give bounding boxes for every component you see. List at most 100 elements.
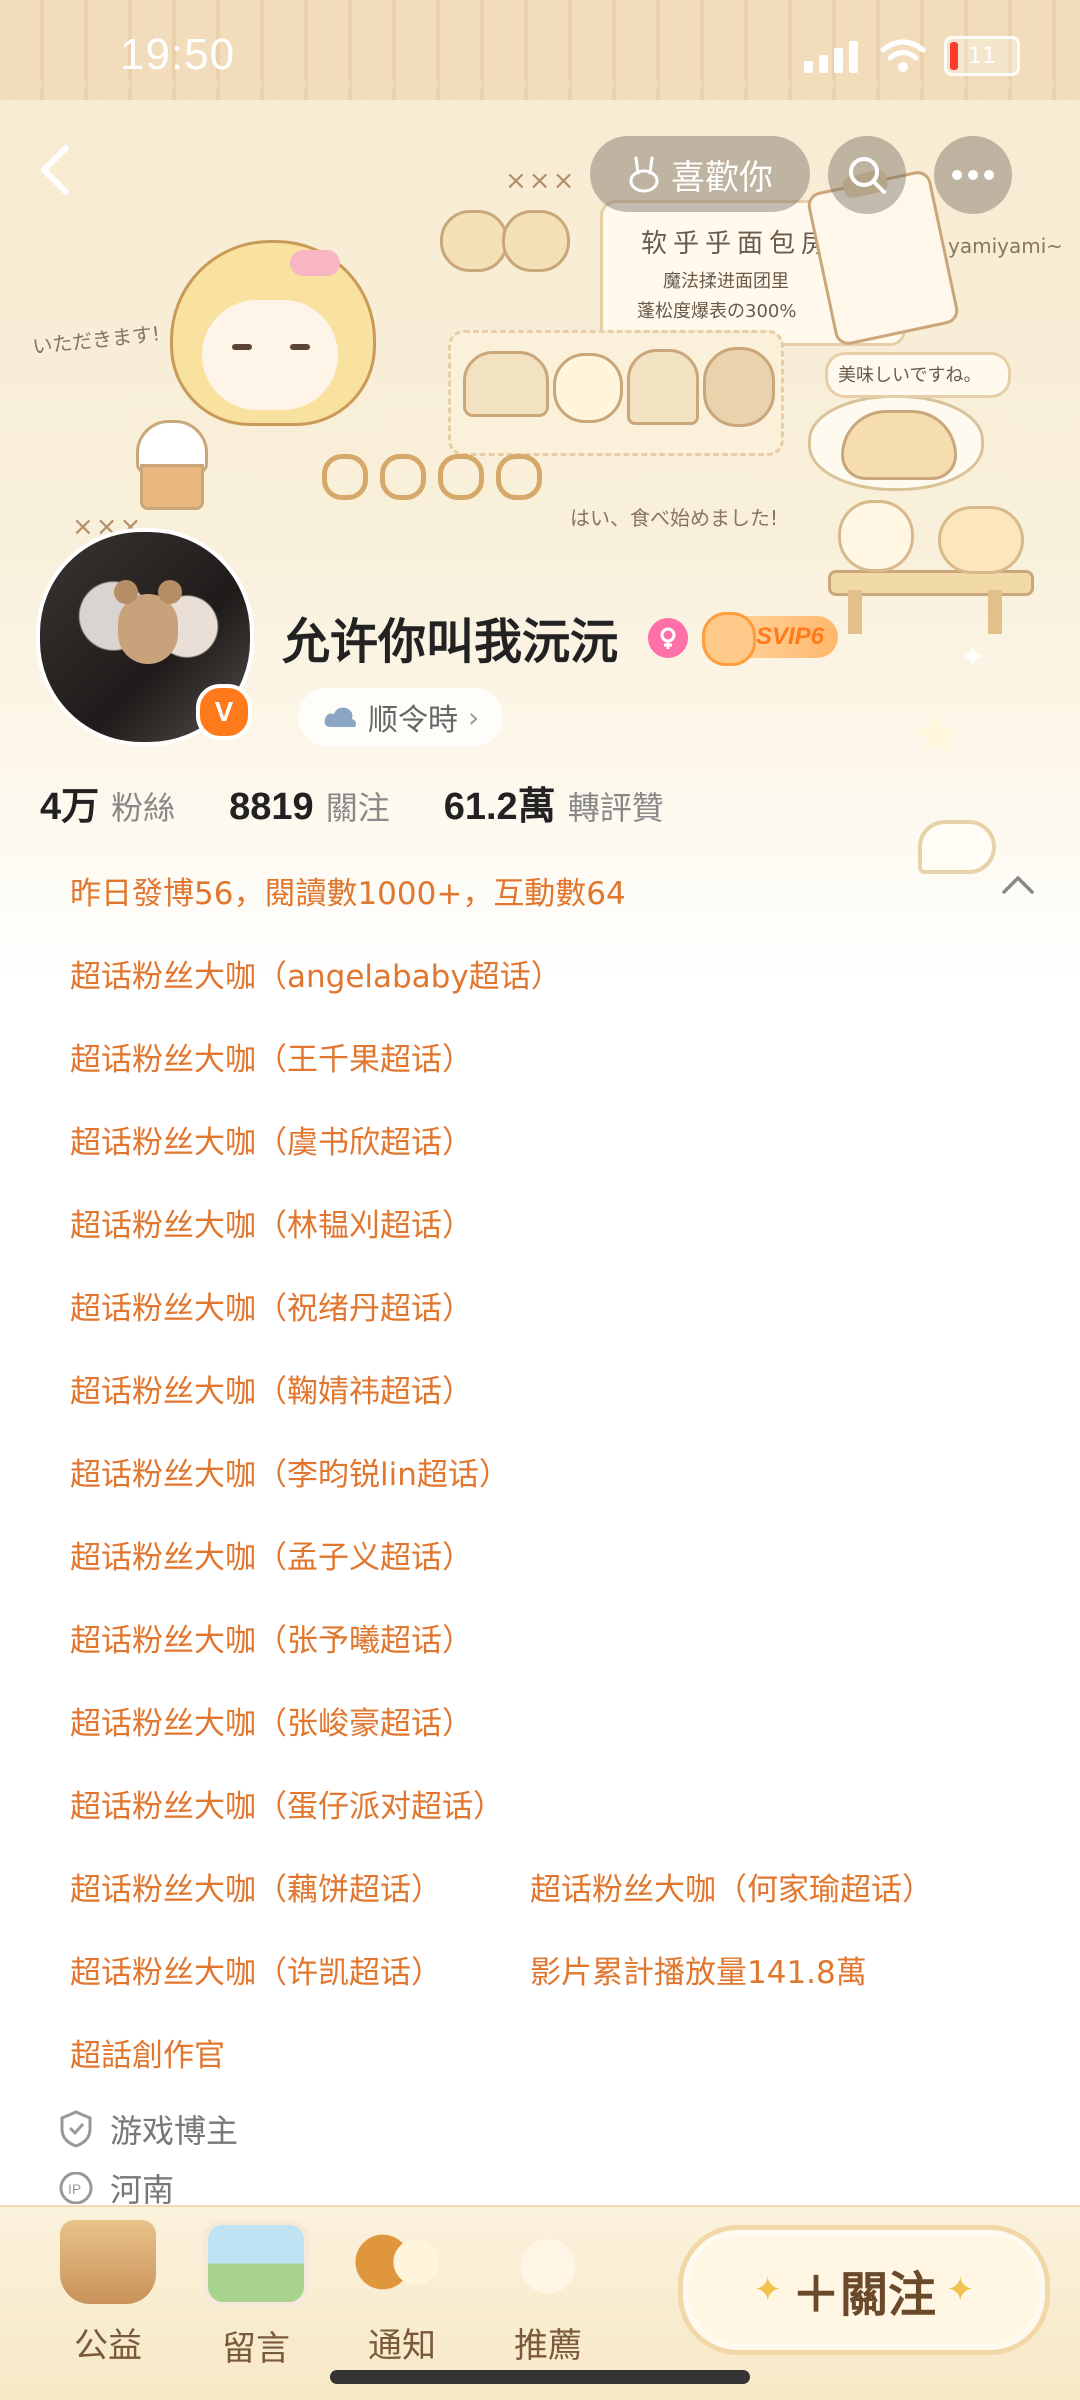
fan-badge-item[interactable]: 超话粉丝大咖（鞠婧祎超话） [70, 1366, 473, 1411]
status-icons: 11 [804, 36, 1020, 76]
notification-tool[interactable]: 通知 [342, 2220, 462, 2370]
fan-badge-item[interactable]: 超话粉丝大咖（李昀锐lin超话） [70, 1449, 510, 1494]
activity-summary: 昨日發博56，閱讀數1000+，互動數64 [70, 876, 626, 912]
profile-screen: { "status_bar": { "time": "19:50", "batt… [0, 0, 1080, 2400]
sparkle-left-icon: ✦ [753, 2270, 782, 2310]
battery-fill [950, 42, 958, 70]
battery-level: 11 [968, 43, 996, 69]
shop-line-2: 蓬松度爆表の300% [637, 301, 797, 322]
tool-label: 留言 [222, 2329, 290, 2369]
ip-location-icon: IP [59, 2172, 93, 2204]
shield-icon [60, 2110, 92, 2148]
fan-badge-item[interactable]: 超话粉丝大咖（林韫刈超话） [70, 1200, 473, 1245]
pretzels-illustration [322, 454, 542, 504]
like-you-label: 喜歡你 [671, 157, 773, 198]
fan-badge-item[interactable]: 超话粉丝大咖（王千果超话） [70, 1034, 473, 1079]
username: 允许你叫我沅沅 [282, 614, 619, 670]
battery-indicator: 11 [944, 36, 1020, 76]
puppy-icon [500, 2220, 596, 2304]
search-button[interactable] [828, 136, 906, 214]
creator-badge-item[interactable]: 超話創作官 [70, 2030, 225, 2075]
fan-badge-item[interactable]: 超话粉丝大咖（许凯超话） [70, 1947, 442, 1992]
verified-badge: V [196, 684, 252, 740]
stats-row: 4万 粉絲 8819 關注 61.2萬 轉評贊 [40, 775, 718, 830]
location-label: 河南 [110, 2172, 175, 2204]
svip-label: SVIP6 [755, 623, 824, 650]
weather-label: 顺令時 [368, 703, 458, 738]
tool-label: 公益 [74, 2326, 142, 2366]
female-gender-icon [648, 618, 688, 658]
likes-label: 轉評贊 [567, 789, 664, 827]
followers-count: 4万 [40, 786, 100, 828]
game-blogger-label: 游戏博主 [110, 2112, 239, 2150]
game-blogger-tag[interactable]: 游戏博主 [58, 2106, 238, 2152]
following-label: 關注 [325, 789, 390, 827]
svg-text:IP: IP [68, 2181, 81, 2197]
more-dots-icon [952, 170, 994, 180]
fan-badge-item[interactable]: 超话粉丝大咖（蛋仔派对超话） [70, 1781, 504, 1826]
follow-button[interactable]: ✦ ＋關注 ✦ [678, 2225, 1050, 2355]
awning-scallop [0, 80, 1080, 120]
svip-mascot-icon [702, 612, 756, 666]
fan-badge-item[interactable]: 超话粉丝大咖（虞书欣超话） [70, 1117, 473, 1162]
table-dogs-illustration [818, 500, 1048, 640]
fan-badge-item[interactable]: 超话粉丝大咖（藕饼超话） [70, 1864, 442, 1909]
charity-tool[interactable]: 公益 [48, 2220, 168, 2370]
fan-badge-item[interactable]: 超话粉丝大咖（张峻豪超话） [70, 1698, 473, 1743]
tool-label: 推薦 [514, 2326, 582, 2366]
cupcake-illustration [130, 420, 210, 510]
followers-label: 粉絲 [111, 789, 176, 827]
fan-badge-item[interactable]: 超话粉丝大咖（何家瑜超话） [530, 1864, 933, 1909]
yamiyami-text: yamiyami~ [948, 234, 1064, 258]
bread-board [448, 330, 784, 456]
fan-badge-item[interactable]: 超话粉丝大咖（孟子义超话） [70, 1532, 473, 1577]
status-time: 19:50 [120, 30, 236, 79]
profile-banner: 软乎乎面包房 魔法揉进面团里 蓬松度爆表の300% 美味しいですね。 いただきま… [0, 0, 1080, 980]
speech-bubble: 美味しいですね。 [825, 352, 1011, 398]
like-you-button[interactable]: 喜歡你 [590, 136, 810, 212]
basket-icon [60, 2220, 156, 2304]
sparkle-icon: ✦ [960, 640, 986, 675]
fan-badge-item[interactable]: 超话粉丝大咖（angelababy超话） [70, 951, 562, 996]
followers-stat[interactable]: 4万 粉絲 [40, 775, 175, 830]
svip-badge[interactable]: SVIP6 [702, 612, 838, 666]
signal-icon [804, 41, 858, 73]
follow-label: ＋關注 [791, 2267, 936, 2323]
fan-badge-item[interactable]: 超话粉丝大咖（张予曦超话） [70, 1615, 473, 1660]
back-arrow-icon [41, 145, 69, 195]
recommend-tool[interactable]: 推薦 [488, 2220, 608, 2370]
shop-title: 软乎乎面包房 [641, 229, 834, 259]
sparkle-right-icon: ✦ [946, 2270, 975, 2310]
rabbit-icon [629, 156, 659, 193]
chevron-right-icon: › [468, 700, 480, 734]
wing-icon [918, 820, 996, 874]
xxx-deco-1: ××× [505, 166, 577, 196]
shop-line-1: 魔法揉进面团里 [663, 271, 789, 292]
location-tag: IP 河南 [58, 2172, 174, 2204]
message-tool[interactable]: 留言 [196, 2220, 316, 2370]
bear-buns-illustration [440, 200, 570, 280]
search-icon [849, 157, 886, 194]
more-button[interactable] [934, 136, 1012, 214]
weather-status-pill[interactable]: 顺令時 › [298, 688, 504, 746]
back-button[interactable] [30, 140, 80, 200]
collapse-chevron-icon[interactable] [998, 870, 1038, 900]
cloud-icon [324, 707, 356, 727]
star-icon: ★ [910, 700, 964, 770]
plate-illustration [808, 395, 984, 491]
avatar-bear-toy [114, 580, 182, 664]
likes-count: 61.2萬 [443, 786, 556, 828]
delicious-text: 美味しいですね。 [838, 365, 982, 386]
wifi-icon [880, 39, 926, 72]
start-eating-text: はい、食べ始めました! [570, 506, 779, 530]
likes-stat[interactable]: 61.2萬 轉評贊 [444, 775, 664, 830]
fan-badge-item[interactable]: 超话粉丝大咖（祝绪丹超话） [70, 1283, 473, 1328]
following-count: 8819 [229, 786, 314, 828]
itadakimasu-text: いただきます! [31, 321, 162, 359]
home-indicator[interactable] [330, 2370, 750, 2384]
picture-frame-icon [203, 2220, 309, 2307]
video-views-item[interactable]: 影片累計播放量141.8萬 [530, 1947, 867, 1992]
leaf-dog-icon [354, 2220, 450, 2304]
following-stat[interactable]: 8819 關注 [229, 783, 390, 829]
tool-label: 通知 [368, 2326, 436, 2366]
